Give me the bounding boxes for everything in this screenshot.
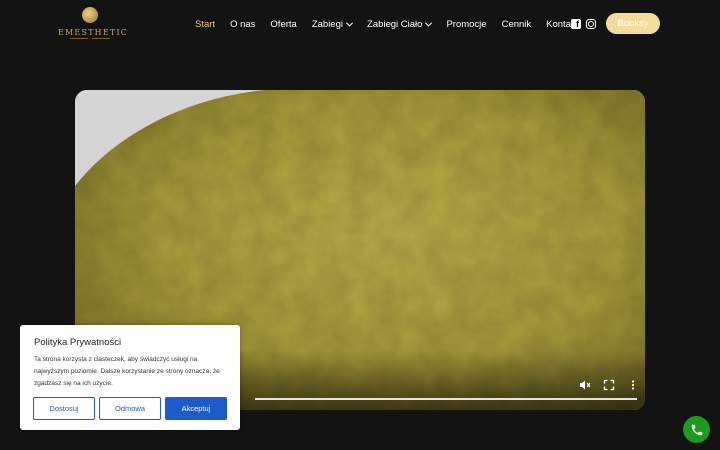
nav-label: O nas <box>230 18 256 30</box>
nav-item-oferta[interactable]: Oferta <box>270 19 296 30</box>
nav-item-zabiegi[interactable]: Zabiegi <box>311 18 354 30</box>
call-button[interactable] <box>683 416 710 443</box>
booksy-button[interactable]: Booksy <box>606 13 660 34</box>
nav-label: Cennik <box>501 18 532 30</box>
cookie-text: Ta strona korzysta z ciasteczek, aby świ… <box>34 356 220 387</box>
facebook-icon[interactable]: f <box>571 19 581 29</box>
chevron-down-icon <box>345 19 354 27</box>
cookie-customize-button[interactable]: Dostosuj <box>33 397 95 420</box>
cookie-reject-button[interactable]: Odmowa <box>99 397 161 420</box>
logo-text: EMESTHETIC <box>58 28 129 37</box>
mute-icon[interactable] <box>579 379 591 391</box>
nav-label: Zabiegi <box>311 18 343 30</box>
cookie-consent-dialog: Polityka Prywatności Ta strona korzysta … <box>20 325 240 430</box>
video-progress-bar[interactable] <box>255 398 637 400</box>
logo-divider <box>58 37 122 40</box>
instagram-icon[interactable] <box>586 19 596 29</box>
site-logo[interactable]: EMESTHETIC <box>58 6 129 42</box>
phone-icon <box>691 424 702 435</box>
nav-item-start[interactable]: Start <box>195 19 215 30</box>
more-options-icon[interactable] <box>627 379 639 391</box>
nav-item-o-nas[interactable]: O nas <box>230 19 255 30</box>
nav-item-promocje[interactable]: Promocje <box>446 19 486 30</box>
chevron-down-icon <box>425 19 433 27</box>
cookie-title: Polityka Prywatności <box>34 337 122 348</box>
nav-label: Promocje <box>446 18 487 30</box>
nav-label: Oferta <box>270 18 297 30</box>
fullscreen-icon[interactable] <box>603 379 615 391</box>
cookie-accept-button[interactable]: Akceptuj <box>165 397 227 420</box>
nav-label: Start <box>195 18 216 30</box>
logo-emblem-icon <box>82 7 98 23</box>
main-nav: Start O nas Oferta Zabiegi Zabiegi Ciało… <box>195 15 593 33</box>
nav-item-zabiegi-cialo[interactable]: Zabiegi Ciało <box>367 18 433 30</box>
nav-item-cennik[interactable]: Cennik <box>502 19 532 30</box>
nav-label: Zabiegi Ciało <box>367 18 423 30</box>
